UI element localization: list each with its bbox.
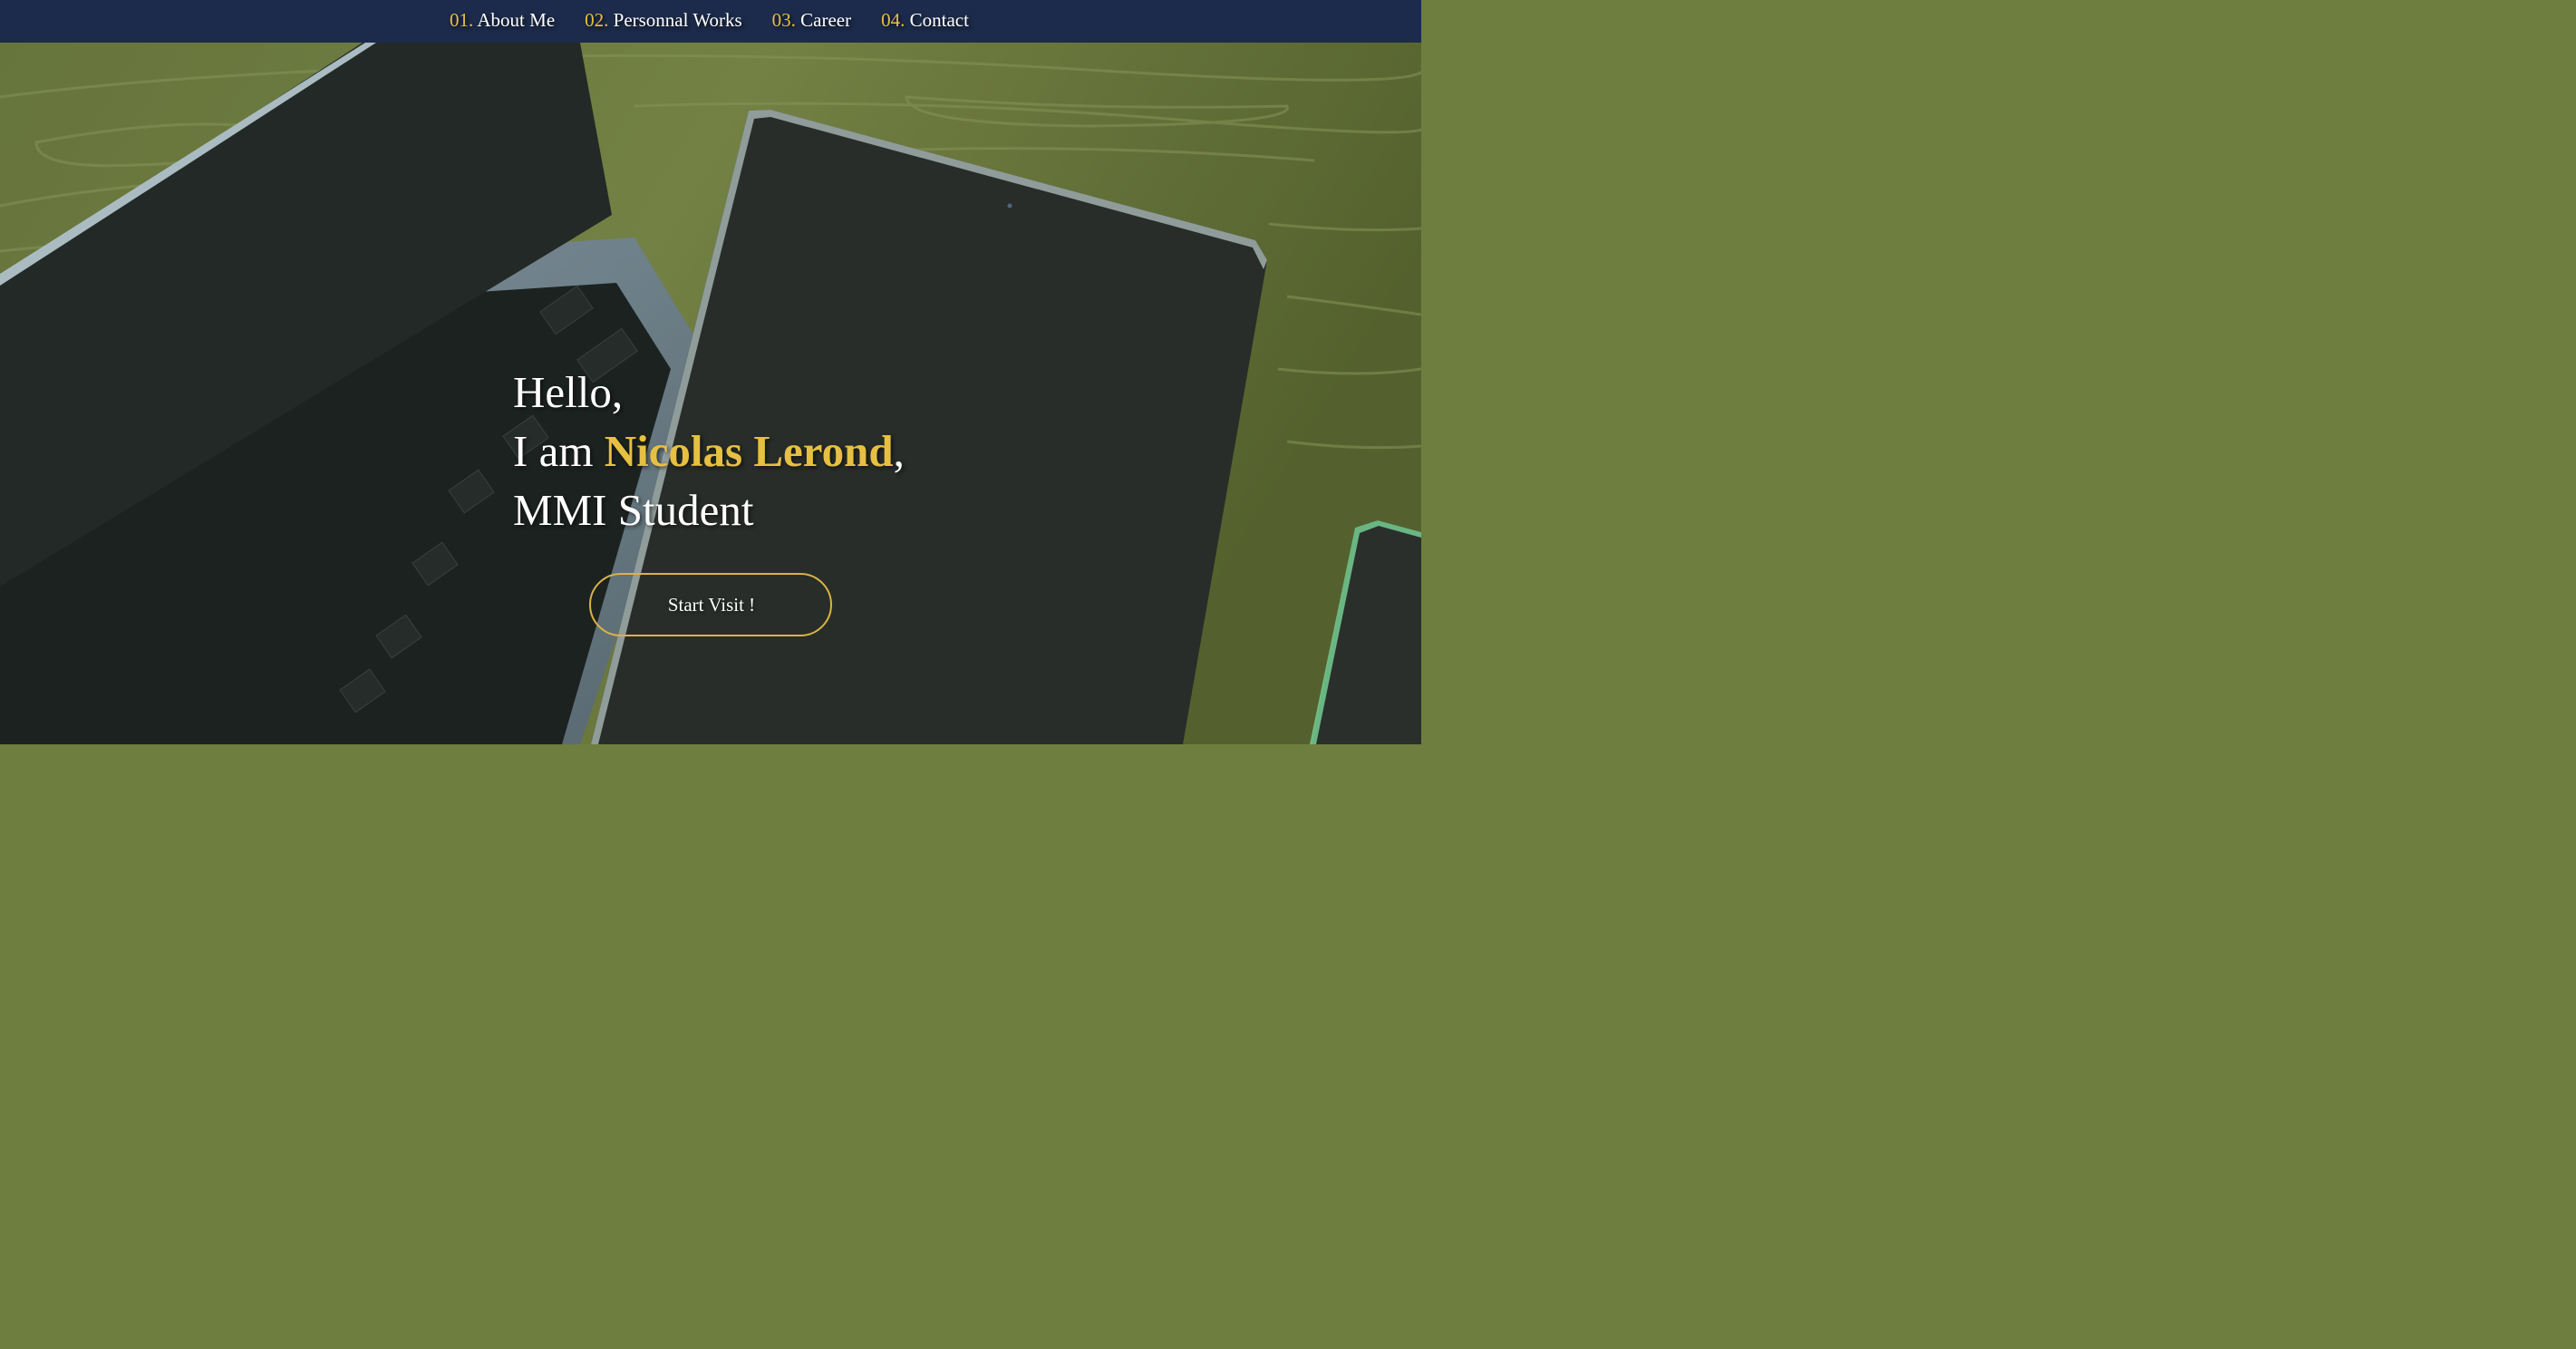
nav-label: Career (800, 9, 852, 31)
hero-intro: I am Nicolas Lerond, (513, 422, 905, 480)
nav-link-about-me[interactable]: 01. About Me (450, 9, 555, 32)
hero-heading: Hello, I am Nicolas Lerond, MMI Student (513, 363, 905, 539)
nav-list: 01. About Me 02. Personnal Works 03. Car… (450, 9, 969, 32)
nav-number: 04. (881, 9, 905, 31)
nav-link-career[interactable]: 03. Career (772, 9, 851, 32)
hero-role: MMI Student (513, 485, 754, 535)
hero-section: Hello, I am Nicolas Lerond, MMI Student … (0, 43, 1421, 744)
nav-label: Contact (909, 9, 969, 31)
nav-label: About Me (477, 9, 556, 31)
hero-intro-prefix: I am (513, 426, 605, 476)
start-visit-button[interactable]: Start Visit ! (589, 573, 832, 636)
nav-label: Personnal Works (613, 9, 742, 31)
hero-greeting: Hello, (513, 367, 624, 417)
hero-name: Nicolas Lerond (604, 426, 894, 476)
nav-number: 02. (585, 9, 609, 31)
nav-number: 03. (771, 9, 796, 31)
nav-link-personnal-works[interactable]: 02. Personnal Works (585, 9, 742, 32)
nav-link-contact[interactable]: 04. Contact (881, 9, 969, 32)
hero-intro-suffix: , (893, 426, 905, 476)
nav-number: 01. (450, 9, 474, 31)
top-navigation: 01. About Me 02. Personnal Works 03. Car… (0, 0, 1421, 43)
